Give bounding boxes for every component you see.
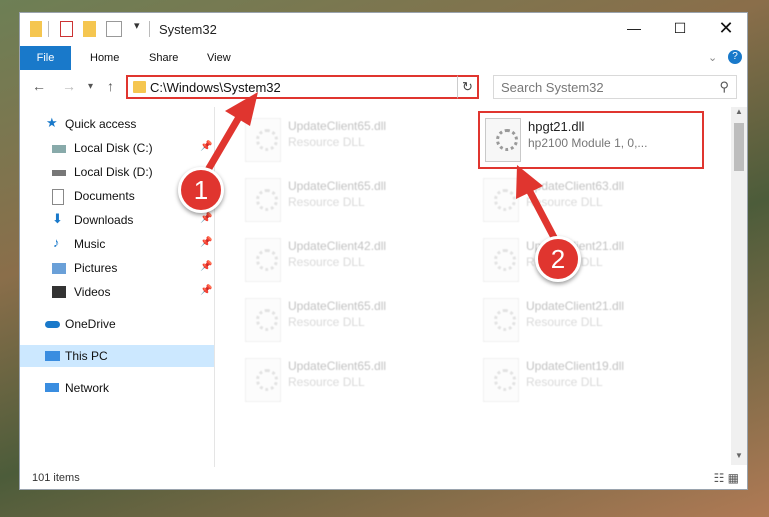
step-badge-1: 1: [178, 167, 224, 213]
arrowhead-1: [225, 92, 258, 126]
annotation-arrows: [201, 92, 562, 249]
step-badge-2: 2: [535, 236, 581, 282]
arrow-1: [201, 108, 246, 179]
